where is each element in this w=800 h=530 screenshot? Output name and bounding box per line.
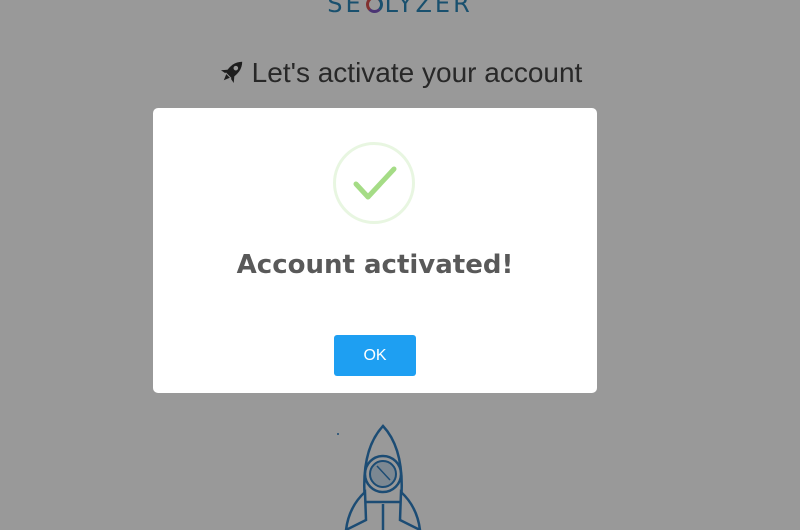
ok-button[interactable]: OK: [334, 335, 416, 376]
success-check-icon: [333, 142, 415, 224]
dialog-title: Account activated!: [236, 250, 514, 280]
activation-page: SE LYZER Let's activate your account Acc…: [0, 0, 800, 530]
success-dialog: Account activated! OK: [153, 108, 597, 393]
